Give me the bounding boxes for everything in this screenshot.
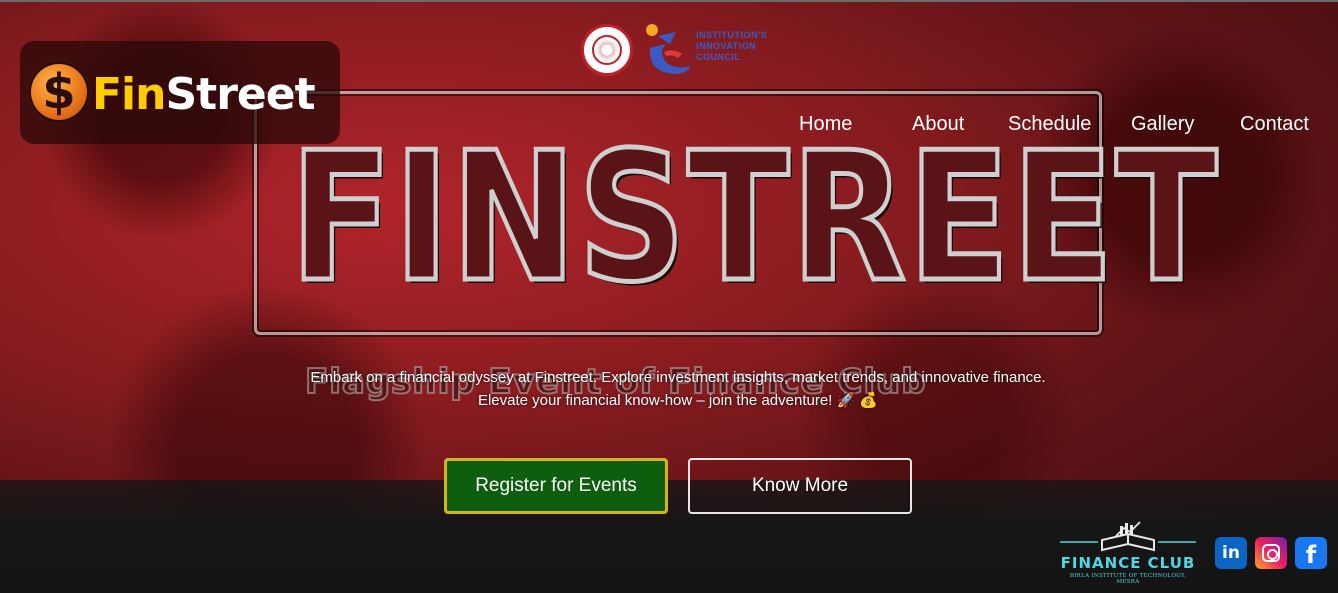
instagram-icon[interactable]: [1255, 537, 1287, 569]
university-seal-icon: [581, 24, 633, 76]
top-border: [0, 0, 1338, 2]
linkedin-icon[interactable]: in: [1215, 537, 1247, 569]
tagline-line-1: Embark on a financial odyssey at Finstre…: [310, 369, 1046, 386]
nav-gallery[interactable]: Gallery: [1131, 113, 1194, 136]
iic-text: INSTITUTION'S INNOVATION COUNCIL: [696, 30, 767, 63]
finance-club-logo[interactable]: FINANCE CLUB BIRLA INSTITUTE OF TECHNOLO…: [1060, 520, 1196, 585]
register-button[interactable]: Register for Events: [444, 458, 668, 514]
hero-tagline: Embark on a financial odyssey at Finstre…: [200, 366, 1156, 412]
nav-contact[interactable]: Contact: [1240, 113, 1309, 136]
facebook-icon[interactable]: f: [1295, 537, 1327, 569]
finance-club-institute: BIRLA INSTITUTE OF TECHNOLOGY, MESRA: [1069, 573, 1187, 585]
iic-logo: INSTITUTION'S INNOVATION COUNCIL: [644, 22, 784, 80]
iic-emblem-icon: [646, 24, 690, 74]
finstreet-banner-title: FINSTREET: [288, 114, 1220, 321]
finance-club-title: FINANCE CLUB: [1060, 554, 1196, 572]
iic-line-2: INNOVATION: [696, 41, 757, 51]
tagline-line-2: Elevate your financial know-how – join t…: [477, 392, 879, 409]
know-more-button[interactable]: Know More: [688, 458, 912, 514]
nav-schedule[interactable]: Schedule: [1008, 113, 1091, 136]
nav-about[interactable]: About: [912, 113, 964, 136]
main-nav: Home About Schedule Gallery Contact: [0, 113, 1338, 139]
iic-line-1: INSTITUTION'S: [696, 30, 768, 40]
nav-home[interactable]: Home: [799, 113, 852, 136]
book-chart-icon: [1060, 521, 1196, 552]
iic-line-3: COUNCIL: [696, 52, 741, 62]
